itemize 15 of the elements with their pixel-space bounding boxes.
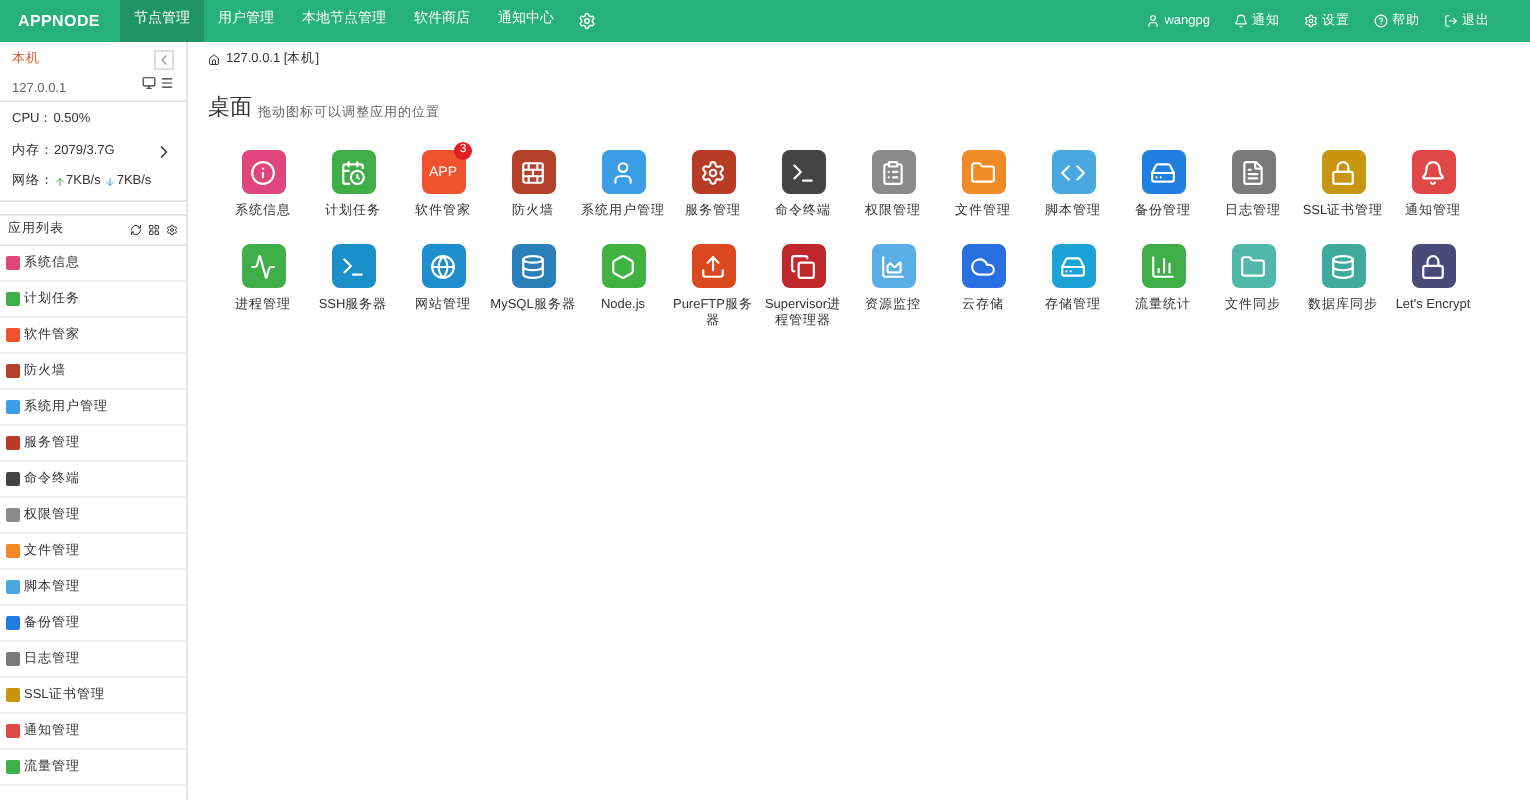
logout-icon: [1444, 14, 1458, 28]
help-icon: [1374, 14, 1388, 28]
grid-icon[interactable]: [148, 224, 160, 236]
brand-logo: APPNODE: [16, 9, 102, 33]
menu-icon[interactable]: [160, 76, 174, 90]
settings-icon[interactable]: [166, 224, 178, 236]
user-icon: [1146, 14, 1161, 28]
bell-icon: [1234, 14, 1248, 28]
page-title: 桌面: [208, 93, 252, 124]
refresh-icon[interactable]: [130, 224, 142, 236]
download-icon: [104, 176, 117, 189]
home-icon[interactable]: [208, 53, 220, 66]
monitor-icon[interactable]: [142, 76, 156, 90]
upload-icon: [54, 176, 66, 189]
gear-icon: [1304, 14, 1318, 28]
